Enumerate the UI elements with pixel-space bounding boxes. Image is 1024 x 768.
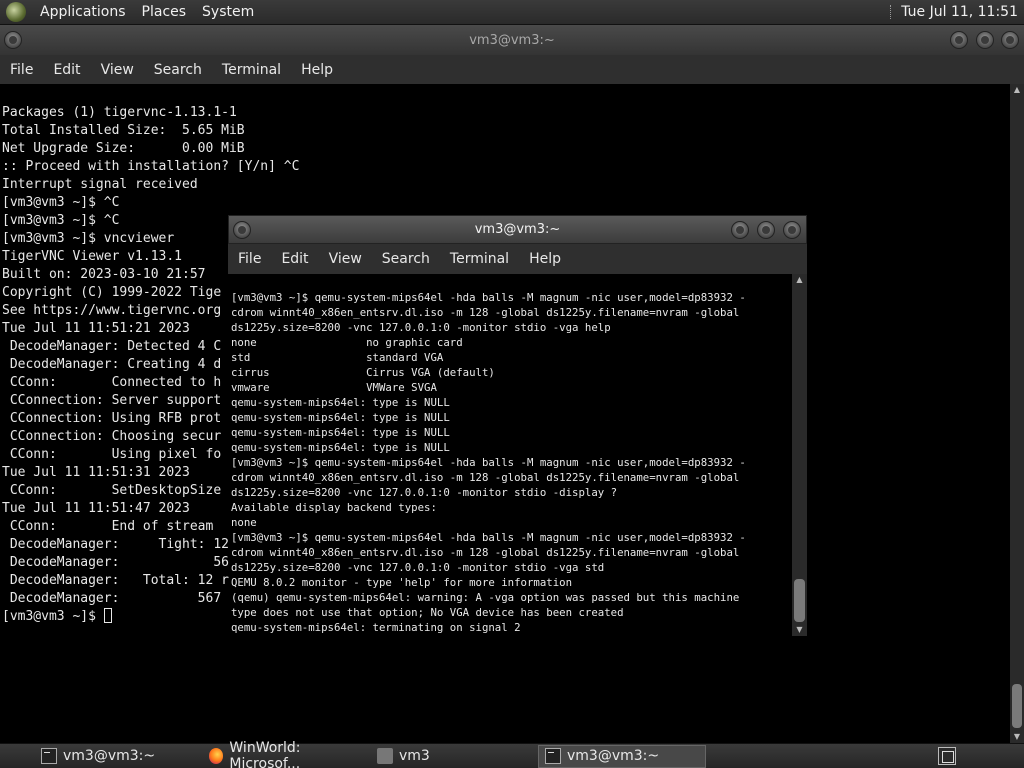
taskbar-item-firefox[interactable]: WinWorld: Microsof... xyxy=(202,740,368,768)
terminal-icon xyxy=(545,748,561,764)
terminal-line: qemu-system-mips64el: type is NULL xyxy=(231,411,450,424)
terminal-line: qemu-system-mips64el: type is NULL xyxy=(231,441,450,454)
back-window-titlebar[interactable]: vm3@vm3:~ xyxy=(0,25,1024,55)
firefox-icon xyxy=(209,748,224,764)
terminal-line: Packages (1) tigervnc-1.13.1-1 xyxy=(2,105,237,120)
menu-file[interactable]: File xyxy=(0,62,43,78)
terminal-line: qemu-system-mips64el: type is NULL xyxy=(231,426,450,439)
taskbar-item-folder[interactable]: vm3 xyxy=(370,745,536,768)
terminal-line: [vm3@vm3 ~]$ ^C xyxy=(2,195,120,210)
front-window-menubar: File Edit View Search Terminal Help xyxy=(228,244,807,274)
terminal-line: cdrom winnt40_x86en_entsrv.dl.iso -m 128… xyxy=(231,546,740,559)
terminal-line: Available display backend types: xyxy=(231,501,437,514)
close-button[interactable] xyxy=(783,220,801,239)
terminal-line: Interrupt signal received xyxy=(2,177,198,192)
back-terminal-scrollbar[interactable]: ▲ ▼ xyxy=(1010,84,1024,743)
back-window-title: vm3@vm3:~ xyxy=(469,32,555,48)
menu-search[interactable]: Search xyxy=(372,251,440,267)
terminal-line: std standard VGA xyxy=(231,351,444,364)
taskbar-item-label: vm3 xyxy=(399,748,430,764)
terminal-line: none no graphic card xyxy=(231,336,463,349)
menu-edit[interactable]: Edit xyxy=(43,62,90,78)
terminal-line: Total Installed Size: 5.65 MiB xyxy=(2,123,245,138)
terminal-line: [vm3@vm3 ~]$ qemu-system-mips64el -hda b… xyxy=(231,531,746,544)
maximize-button[interactable] xyxy=(757,220,775,239)
menu-help[interactable]: Help xyxy=(519,251,571,267)
front-window-titlebar[interactable]: vm3@vm3:~ xyxy=(228,215,807,244)
panel-separator xyxy=(890,5,893,19)
front-terminal-output[interactable]: [vm3@vm3 ~]$ qemu-system-mips64el -hda b… xyxy=(229,274,792,636)
taskbar-item-terminal-1[interactable]: vm3@vm3:~ xyxy=(34,745,200,768)
terminal-line: Net Upgrade Size: 0.00 MiB xyxy=(2,141,245,156)
distro-logo-icon[interactable] xyxy=(6,2,26,22)
terminal-line: ds1225y.size=8200 -vnc 127.0.0.1:0 -moni… xyxy=(231,486,618,499)
minimize-button[interactable] xyxy=(950,31,968,49)
window-menu-button[interactable] xyxy=(233,220,251,239)
places-menu[interactable]: Places xyxy=(134,4,195,20)
scroll-up-arrow[interactable]: ▲ xyxy=(1010,84,1024,96)
terminal-line: ds1225y.size=8200 -vnc 127.0.0.1:0 -moni… xyxy=(231,561,605,574)
taskbar-item-terminal-2[interactable]: vm3@vm3:~ xyxy=(538,744,706,768)
taskbar-item-label: vm3@vm3:~ xyxy=(567,748,660,764)
taskbar: vm3@vm3:~ WinWorld: Microsof... vm3 vm3@… xyxy=(0,740,1024,768)
terminal-line: [vm3@vm3 ~]$ qemu-system-mips64el -hda b… xyxy=(231,456,746,469)
text-cursor xyxy=(103,608,112,623)
terminal-line: qemu-system-mips64el: terminating on sig… xyxy=(231,621,521,634)
top-panel: Applications Places System Tue Jul 11, 1… xyxy=(0,0,1024,25)
taskbar-item-label: vm3@vm3:~ xyxy=(63,748,156,764)
terminal-line: [vm3@vm3 ~]$ qemu-system-mips64el -hda b… xyxy=(231,291,746,304)
scroll-down-arrow[interactable]: ▼ xyxy=(1010,731,1024,743)
taskbar-item-label: WinWorld: Microsof... xyxy=(229,740,301,768)
front-terminal-scrollbar[interactable]: ▲ ▼ xyxy=(792,274,807,636)
front-window-title: vm3@vm3:~ xyxy=(474,222,561,237)
terminal-line: qemu-system-mips64el: type is NULL xyxy=(231,396,450,409)
terminal-line: QEMU 8.0.2 monitor - type 'help' for mor… xyxy=(231,576,573,589)
menu-file[interactable]: File xyxy=(228,251,271,267)
menu-terminal[interactable]: Terminal xyxy=(212,62,291,78)
scroll-thumb[interactable] xyxy=(794,579,805,622)
menu-help[interactable]: Help xyxy=(291,62,343,78)
menu-view[interactable]: View xyxy=(319,251,372,267)
close-button[interactable] xyxy=(1001,31,1019,49)
terminal-line: type does not use that option; No VGA de… xyxy=(231,606,624,619)
terminal-prompt-line: [vm3@vm3 ~]$ xyxy=(231,635,792,636)
menu-search[interactable]: Search xyxy=(144,62,212,78)
clock[interactable]: Tue Jul 11, 11:51 xyxy=(901,4,1024,20)
scroll-down-arrow[interactable]: ▼ xyxy=(792,624,807,636)
terminal-line: :: Proceed with installation? [Y/n] ^C xyxy=(2,159,300,174)
terminal-line: cirrus Cirrus VGA (default) xyxy=(231,366,495,379)
terminal-line: none xyxy=(231,516,257,529)
back-window-menubar: File Edit View Search Terminal Help xyxy=(0,55,1024,84)
menu-view[interactable]: View xyxy=(91,62,144,78)
terminal-line: (qemu) qemu-system-mips64el: warning: A … xyxy=(231,591,740,604)
terminal-line: ds1225y.size=8200 -vnc 127.0.0.1:0 -moni… xyxy=(231,321,611,334)
maximize-button[interactable] xyxy=(976,31,994,49)
terminal-line: vmware VMWare SVGA xyxy=(231,381,437,394)
workspace-switcher-icon[interactable] xyxy=(938,747,956,765)
terminal-line: cdrom winnt40_x86en_entsrv.dl.iso -m 128… xyxy=(231,306,740,319)
terminal-prompt: [vm3@vm3 ~]$ xyxy=(2,609,104,624)
scroll-up-arrow[interactable]: ▲ xyxy=(792,274,807,286)
folder-icon xyxy=(377,748,393,764)
scroll-thumb[interactable] xyxy=(1012,684,1022,728)
menu-edit[interactable]: Edit xyxy=(271,251,318,267)
system-menu[interactable]: System xyxy=(194,4,262,20)
terminal-icon xyxy=(41,748,57,764)
terminal-line: cdrom winnt40_x86en_entsrv.dl.iso -m 128… xyxy=(231,471,740,484)
menu-terminal[interactable]: Terminal xyxy=(440,251,519,267)
applications-menu[interactable]: Applications xyxy=(32,4,134,20)
window-menu-button[interactable] xyxy=(4,31,22,49)
minimize-button[interactable] xyxy=(731,220,749,239)
